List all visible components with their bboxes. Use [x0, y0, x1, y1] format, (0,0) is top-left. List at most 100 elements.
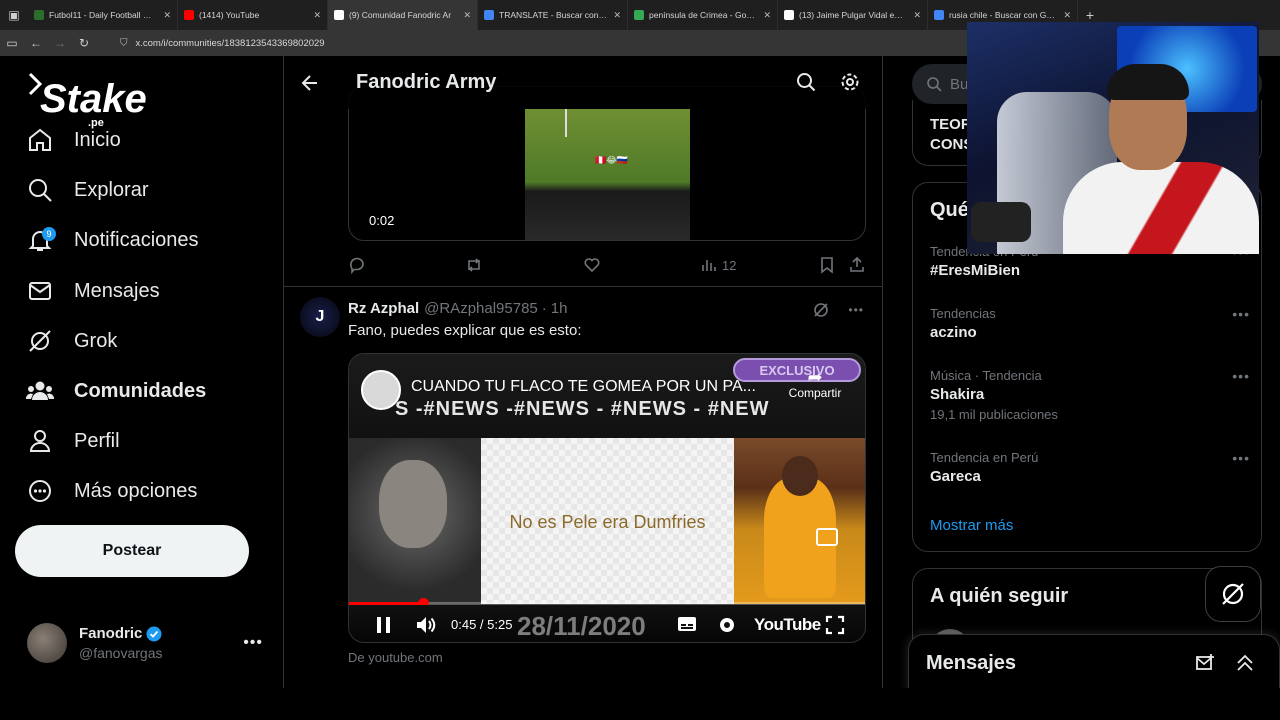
close-tab-icon[interactable]: ✕ — [463, 10, 471, 21]
browser-tab[interactable]: (9) Comunidad Fanodric Ar ✕ — [328, 0, 478, 30]
share-arrow-icon: ➦ — [807, 367, 823, 387]
youtube-embed[interactable]: EXCLUSIVO CUANDO TU FLACO TE GOMEA POR U… — [348, 353, 866, 643]
avatar[interactable]: J — [300, 297, 340, 337]
sidebar-item-explorar[interactable]: Explorar — [26, 170, 148, 210]
reply-icon[interactable] — [348, 256, 366, 274]
mail-icon — [26, 277, 54, 305]
sidebar-item-grok[interactable]: Grok — [26, 321, 117, 361]
new-message-icon[interactable] — [1195, 653, 1215, 673]
sidebar-item-label: Notificaciones — [74, 228, 199, 251]
author-handle[interactable]: @RAzphal95785 — [424, 300, 538, 317]
tab-title: rusia chile - Buscar con Google — [949, 10, 1058, 20]
reload-icon[interactable]: ↻ — [72, 36, 96, 50]
browser-tab[interactable]: (1414) YouTube ✕ — [178, 0, 328, 30]
sidebar-item-label: Inicio — [74, 128, 121, 151]
trend-item[interactable]: Música · Tendencia Shakira 19,1 mil public… — [930, 368, 1250, 422]
sidebar-item-mensajes[interactable]: Mensajes — [26, 271, 160, 311]
video-timecode: 0:02 — [369, 213, 395, 228]
tweet-tools: ••• — [812, 301, 864, 319]
trend-more-icon[interactable]: ••• — [1232, 368, 1250, 384]
browser-tab[interactable]: (13) Jaime Pulgar Vidal en X: "H ✕ — [778, 0, 928, 30]
pause-icon[interactable] — [375, 615, 393, 635]
tweet-time[interactable]: 1h — [551, 300, 568, 317]
tab-actions-icon[interactable]: ▣ — [0, 0, 28, 30]
main-column: Fanodric Army 🇵🇪😂🇷🇺 0:02 12 J Rz Azphal … — [283, 56, 883, 688]
views-icon — [702, 260, 716, 271]
sidebar-item-perfil[interactable]: Perfil — [26, 421, 120, 461]
chevron-up-icon[interactable] — [1235, 653, 1255, 673]
page-title: Fanodric Army — [356, 71, 497, 93]
video-title[interactable]: CUANDO TU FLACO TE GOMEA POR UN PA... — [411, 378, 756, 396]
browser-tab[interactable]: península de Crimea - Google M ✕ — [628, 0, 778, 30]
tab-favicon-icon — [334, 10, 344, 20]
browser-tab[interactable]: Futbol11 - Daily Football Games ✕ — [28, 0, 178, 30]
close-tab-icon[interactable]: ✕ — [1063, 10, 1071, 21]
trend-more-icon[interactable]: ••• — [1232, 306, 1250, 322]
new-tab-button[interactable]: + — [1078, 7, 1102, 23]
close-tab-icon[interactable]: ✕ — [763, 10, 771, 21]
messages-drawer[interactable]: Mensajes — [908, 634, 1280, 688]
search-icon[interactable] — [796, 72, 816, 92]
subtitles-icon[interactable] — [677, 615, 697, 633]
trend-name: Shakira — [930, 386, 985, 403]
sidebar-item-comunidades[interactable]: Comunidades — [26, 371, 206, 411]
volume-icon[interactable] — [415, 615, 439, 635]
sidebar-toggle-icon[interactable]: ▭ — [0, 36, 24, 50]
link-source[interactable]: De youtube.com — [348, 650, 443, 665]
views-counter[interactable]: 12 — [701, 257, 736, 273]
post-button[interactable]: Postear — [15, 525, 249, 577]
more-circle-icon — [26, 477, 54, 505]
show-more-link[interactable]: Mostrar más — [930, 517, 1013, 534]
trends-header: Qué — [930, 199, 969, 221]
tweet-header: Rz Azphal @RAzphal95785 · 1h — [348, 300, 567, 317]
trend-more-icon[interactable]: ••• — [1232, 450, 1250, 466]
close-tab-icon[interactable]: ✕ — [163, 10, 171, 21]
grok-icon[interactable] — [812, 301, 830, 319]
youtube-logo[interactable]: YouTube — [754, 615, 821, 635]
author-name[interactable]: Rz Azphal — [348, 300, 419, 317]
close-tab-icon[interactable]: ✕ — [913, 10, 921, 21]
site-info-icon[interactable]: ⛉ — [120, 38, 128, 49]
account-name: Fanodric — [79, 625, 143, 642]
gear-icon[interactable] — [840, 72, 860, 92]
avatar — [27, 623, 67, 663]
url-field[interactable]: ⛉ x.com/i/communities/183812354336980202… — [120, 38, 325, 49]
verified-badge-icon — [146, 626, 162, 641]
tweet-more-icon[interactable]: ••• — [848, 303, 864, 317]
tab-title: (13) Jaime Pulgar Vidal en X: "H — [799, 10, 908, 20]
share-icon[interactable] — [848, 256, 866, 274]
date-overlay: 28/11/2020 — [517, 611, 646, 641]
sidebar-item-notificaciones[interactable]: 9 Notificaciones — [26, 220, 199, 260]
settings-gear-icon[interactable] — [717, 615, 737, 635]
bookmark-icon[interactable] — [819, 256, 835, 274]
trend-item[interactable]: Tendencias aczino ••• — [930, 306, 1250, 341]
forward-icon[interactable]: → — [48, 36, 72, 50]
tab-favicon-icon — [184, 10, 194, 20]
tweet-video[interactable]: 🇵🇪😂🇷🇺 0:02 — [348, 86, 866, 241]
divider — [284, 286, 882, 287]
video-panel-right — [734, 438, 865, 604]
trend-context: Tendencias — [930, 306, 996, 321]
fullscreen-icon[interactable] — [825, 615, 845, 635]
repost-icon[interactable] — [465, 256, 483, 274]
like-icon[interactable] — [583, 256, 601, 274]
account-switcher[interactable]: Fanodric @fanovargas ••• — [27, 621, 267, 665]
account-more-icon[interactable]: ••• — [243, 634, 263, 652]
trend-item[interactable]: Tendencia en Perú Gareca ••• — [930, 450, 1250, 485]
video-controls: 0:45 / 5:25 28/11/2020 YouTube — [349, 605, 865, 642]
grok-button[interactable] — [1205, 566, 1261, 622]
sidebar-item-label: Grok — [74, 329, 118, 352]
sidebar-item-mas-opciones[interactable]: Más opciones — [26, 471, 197, 511]
sidebar-item-inicio[interactable]: Inicio — [26, 120, 121, 160]
news-ticker: S -#NEWS -#NEWS - #NEWS - #NEW — [395, 398, 770, 420]
search-icon — [927, 77, 942, 92]
trend-count: 19,1 mil publicaciones — [930, 407, 1058, 422]
back-arrow-icon[interactable] — [300, 73, 320, 93]
back-icon[interactable]: ← — [24, 36, 48, 50]
close-tab-icon[interactable]: ✕ — [313, 10, 321, 21]
browser-tab[interactable]: TRANSLATE - Buscar con Googl ✕ — [478, 0, 628, 30]
picture-in-picture-icon[interactable] — [816, 528, 838, 546]
communities-icon — [26, 377, 54, 405]
share-button[interactable]: ➦ Compartir — [785, 368, 845, 400]
close-tab-icon[interactable]: ✕ — [613, 10, 621, 21]
